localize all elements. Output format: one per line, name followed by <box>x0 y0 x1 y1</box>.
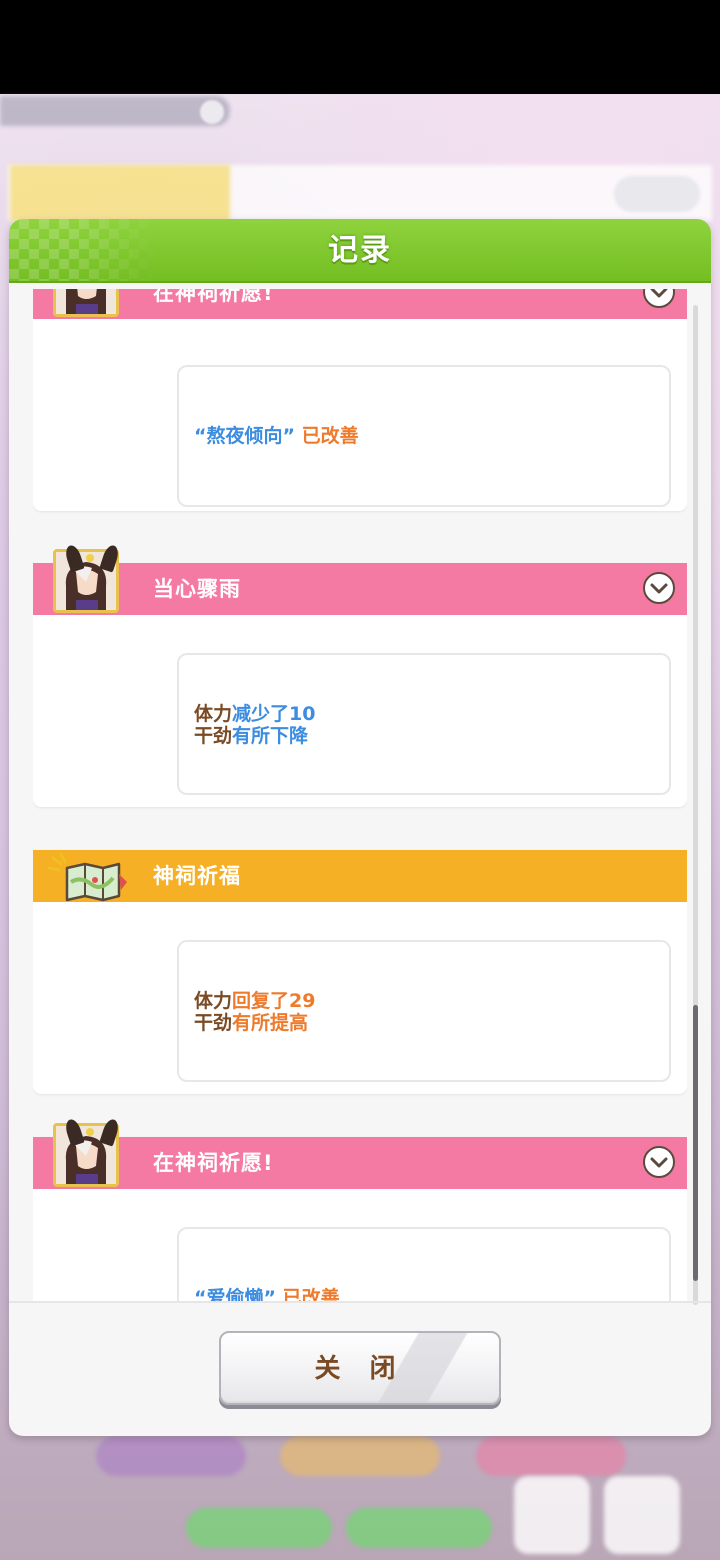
result-segment: 减少了10 <box>232 703 316 725</box>
log-entry-banner: 神祠祈福 <box>33 850 687 902</box>
log-entry-title: 当心骤雨 <box>153 577 241 601</box>
dialog-title: 记录 <box>328 233 392 268</box>
log-entry-banner: 当心骤雨 <box>33 563 687 615</box>
expand-button[interactable] <box>643 289 675 308</box>
background-menu-button <box>604 1476 680 1554</box>
log-entry: 当心骤雨 体力减少了10 干劲有所下降 <box>33 543 687 807</box>
footer-divider <box>9 1301 711 1303</box>
horse-girl-portrait <box>53 289 119 317</box>
background-action-button <box>476 1436 626 1476</box>
log-entry: 神祠祈福 体力回复了29 干劲有所提高 <box>33 850 687 1094</box>
log-entry-title: 在神祠祈愿! <box>153 289 274 305</box>
expand-button[interactable] <box>643 1146 675 1178</box>
result-text: “熬夜倾向” 已改善 <box>194 425 359 447</box>
result-box: “爱偷懒” 已改善 <box>177 1227 671 1303</box>
result-segment: 体力 <box>194 990 233 1012</box>
background-event-label <box>10 165 230 221</box>
background-action-button <box>186 1508 332 1548</box>
result-text: 体力回复了29 干劲有所提高 <box>194 990 315 1034</box>
log-entry-banner: 在神祠祈愿! <box>33 289 687 319</box>
result-segment: 有所提高 <box>232 1012 309 1034</box>
chevron-down-icon <box>650 289 668 298</box>
close-button-label: 关 闭 <box>314 1354 406 1384</box>
map-icon <box>47 852 131 902</box>
log-entry: 在神祠祈愿! “爱偷懒” 已改善 <box>33 1117 687 1303</box>
chevron-down-icon <box>650 1157 668 1168</box>
dialog-header: 记录 <box>9 219 711 283</box>
result-segment: 有所下降 <box>232 725 309 747</box>
result-box: “熬夜倾向” 已改善 <box>177 365 671 507</box>
result-segment: 已改善 <box>294 425 359 447</box>
log-entry-banner: 在神祠祈愿! <box>33 1137 687 1189</box>
result-segment: 回复了29 <box>232 990 316 1012</box>
background-action-button <box>96 1436 246 1476</box>
info-icon <box>200 100 224 124</box>
result-segment: “熬夜倾向” <box>194 425 295 447</box>
status-bar <box>0 0 720 94</box>
log-dialog: 记录 在神祠祈愿! “熬夜倾向” 已改善 当心骤雨 体力减少了10 干劲有所下降… <box>9 219 711 1436</box>
background-action-button <box>346 1508 492 1548</box>
result-segment: 体力 <box>194 703 233 725</box>
background-top-bar <box>0 96 230 126</box>
chevron-down-icon <box>650 583 668 594</box>
close-button[interactable]: 关 闭 <box>219 1331 501 1405</box>
scrollbar-thumb[interactable] <box>693 1005 698 1281</box>
expand-button[interactable] <box>643 572 675 604</box>
result-segment: 干劲 <box>194 725 233 747</box>
background-button <box>614 176 700 212</box>
background-skill-button <box>514 1476 590 1554</box>
result-box: 体力减少了10 干劲有所下降 <box>177 653 671 795</box>
result-segment: 干劲 <box>194 1012 233 1034</box>
log-entry-title: 神祠祈福 <box>153 864 241 888</box>
result-text: 体力减少了10 干劲有所下降 <box>194 703 315 747</box>
log-entry-title: 在神祠祈愿! <box>153 1151 274 1175</box>
log-list[interactable]: 在神祠祈愿! “熬夜倾向” 已改善 当心骤雨 体力减少了10 干劲有所下降 神祠… <box>33 289 687 1303</box>
result-box: 体力回复了29 干劲有所提高 <box>177 940 671 1082</box>
log-entry: 在神祠祈愿! “熬夜倾向” 已改善 <box>33 289 687 511</box>
background-action-button <box>280 1436 440 1476</box>
